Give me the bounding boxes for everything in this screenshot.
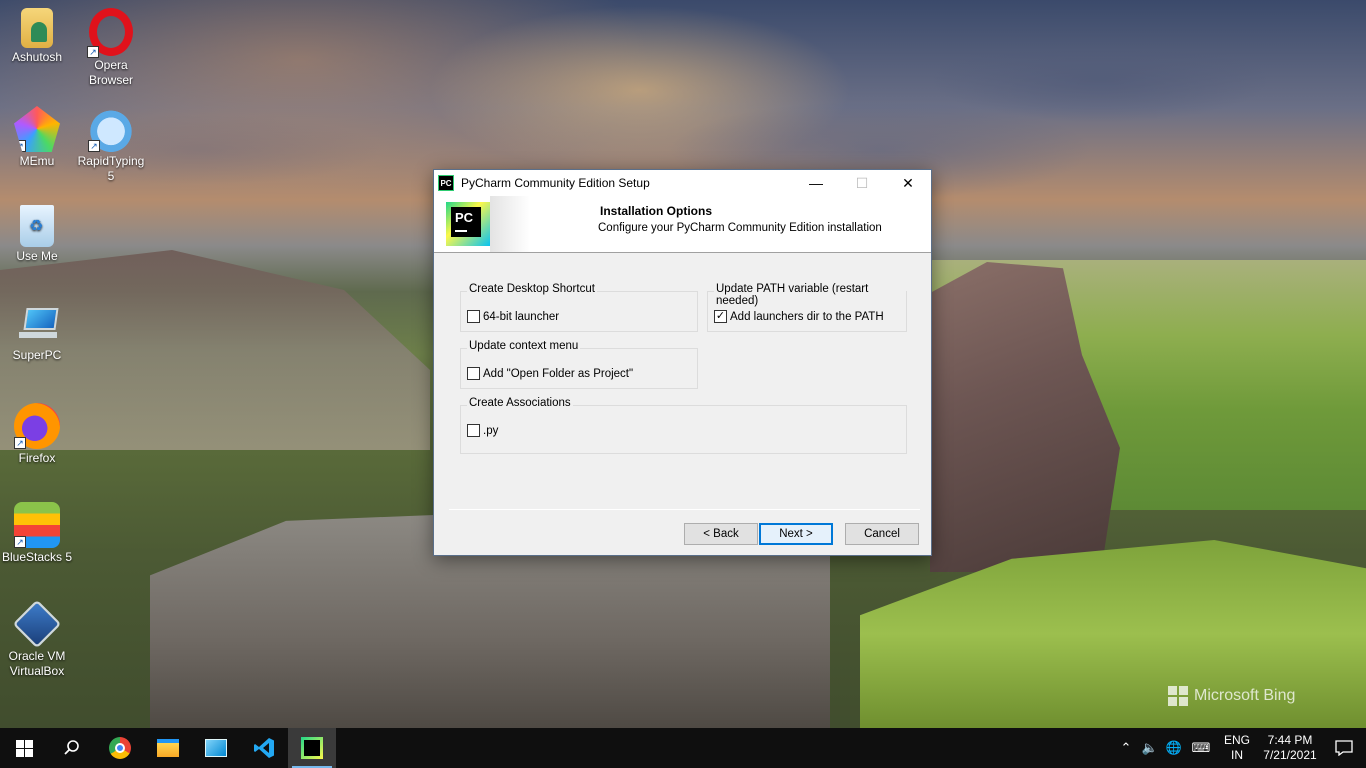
shortcut-arrow-icon: ↗ <box>88 140 100 152</box>
recycle-bin-icon: ♻ <box>20 205 54 247</box>
clock[interactable]: 7:44 PM 7/21/2021 <box>1258 733 1322 763</box>
footer-separator <box>449 509 920 510</box>
opera-icon: ↗ <box>87 8 133 58</box>
close-button[interactable]: ✕ <box>885 170 931 196</box>
start-button[interactable] <box>0 728 48 768</box>
control-panel-icon <box>205 739 227 757</box>
checkbox-py-association[interactable]: .py <box>467 424 498 437</box>
group-context-menu: Update context menu Add "Open Folder as … <box>460 340 698 389</box>
rapidtyping-icon: ↗ <box>88 106 134 152</box>
cancel-button[interactable]: Cancel <box>845 523 919 545</box>
maximize-button: ☐ <box>855 174 869 191</box>
chrome-icon <box>109 737 131 759</box>
chevron-up-icon[interactable]: ⌃ <box>1114 740 1138 756</box>
bing-watermark: Microsoft Bing <box>1168 686 1295 706</box>
volume-icon[interactable]: 🔈 <box>1138 740 1162 756</box>
taskbar-pycharm[interactable] <box>288 728 336 768</box>
group-create-associations: Create Associations .py <box>460 397 907 454</box>
desktop-icon-memu[interactable]: ↗ MEmu <box>0 106 74 169</box>
checkbox-box[interactable] <box>467 424 480 437</box>
group-desktop-shortcut: Create Desktop Shortcut 64-bit launcher <box>460 283 698 332</box>
desktop-icon-opera[interactable]: ↗ Opera Browser <box>74 8 148 88</box>
taskbar: ⌃ 🔈 🌐 ⌨ ENG IN 7:44 PM 7/21/2021 <box>0 728 1366 768</box>
desktop-icon-ashutosh[interactable]: Ashutosh <box>0 8 74 65</box>
vscode-icon <box>254 738 274 758</box>
back-button[interactable]: < Back <box>684 523 758 545</box>
desktop-icon-firefox[interactable]: ↗ Firefox <box>0 403 74 466</box>
shortcut-arrow-icon: ↗ <box>14 437 26 449</box>
pycharm-icon <box>301 737 323 759</box>
windows-logo-icon <box>15 739 33 757</box>
window-controls: — ☐ ✕ <box>793 170 931 196</box>
user-folder-icon <box>21 8 53 48</box>
desktop-icon-this-pc[interactable]: SuperPC <box>0 304 74 363</box>
dialog-title: PyCharm Community Edition Setup <box>461 176 650 190</box>
setup-dialog: PC PyCharm Community Edition Setup — ☐ ✕… <box>433 169 932 556</box>
keyboard-icon[interactable]: ⌨ <box>1186 740 1216 756</box>
notification-button[interactable] <box>1322 740 1366 756</box>
language-indicator[interactable]: ENG IN <box>1216 733 1258 763</box>
file-explorer-icon <box>157 739 179 757</box>
pycharm-small-icon: PC <box>438 175 454 191</box>
shortcut-arrow-icon: ↗ <box>14 140 26 152</box>
virtualbox-icon <box>12 599 62 649</box>
network-globe-icon[interactable]: 🌐 <box>1162 740 1186 756</box>
checkmark-icon: ✓ <box>715 310 726 322</box>
taskbar-control-panel[interactable] <box>192 728 240 768</box>
checkbox-open-folder-as-project[interactable]: Add "Open Folder as Project" <box>467 367 633 380</box>
bluestacks-icon: ↗ <box>14 502 60 548</box>
desktop-icon-rapidtyping[interactable]: ↗ RapidTyping 5 <box>74 106 148 184</box>
taskbar-vscode[interactable] <box>240 728 288 768</box>
dialog-titlebar[interactable]: PC PyCharm Community Edition Setup — ☐ ✕ <box>434 170 931 196</box>
header-title: Installation Options <box>600 204 713 218</box>
system-tray: ⌃ 🔈 🌐 ⌨ ENG IN 7:44 PM 7/21/2021 <box>1114 728 1366 768</box>
desktop-icon-virtualbox[interactable]: Oracle VM VirtualBox <box>0 599 74 679</box>
group-update-path: Update PATH variable (restart needed) ✓ … <box>707 283 907 332</box>
shortcut-arrow-icon: ↗ <box>87 46 99 58</box>
shortcut-arrow-icon: ↗ <box>14 536 26 548</box>
checkbox-box[interactable] <box>467 310 480 323</box>
notification-icon <box>1335 740 1353 756</box>
firefox-icon: ↗ <box>14 403 60 449</box>
next-button[interactable]: Next > <box>759 523 833 545</box>
search-button[interactable] <box>48 728 96 768</box>
memu-icon: ↗ <box>14 106 60 152</box>
header-subtitle: Configure your PyCharm Community Edition… <box>598 222 882 234</box>
minimize-button[interactable]: — <box>793 170 839 196</box>
this-pc-icon <box>15 304 59 346</box>
checkbox-add-launchers-path[interactable]: ✓ Add launchers dir to the PATH <box>714 310 884 323</box>
checkbox-box[interactable]: ✓ <box>714 310 727 323</box>
desktop-icon-bluestacks[interactable]: ↗ BlueStacks 5 <box>0 502 74 565</box>
taskbar-file-explorer[interactable] <box>144 728 192 768</box>
taskbar-chrome[interactable] <box>96 728 144 768</box>
checkbox-box[interactable] <box>467 367 480 380</box>
pycharm-logo-icon: PC <box>446 202 490 246</box>
microsoft-logo-icon <box>1168 686 1188 706</box>
desktop-icon-recycle-bin[interactable]: ♻ Use Me <box>0 205 74 264</box>
search-icon <box>64 740 79 755</box>
checkbox-64bit-launcher[interactable]: 64-bit launcher <box>467 310 559 323</box>
